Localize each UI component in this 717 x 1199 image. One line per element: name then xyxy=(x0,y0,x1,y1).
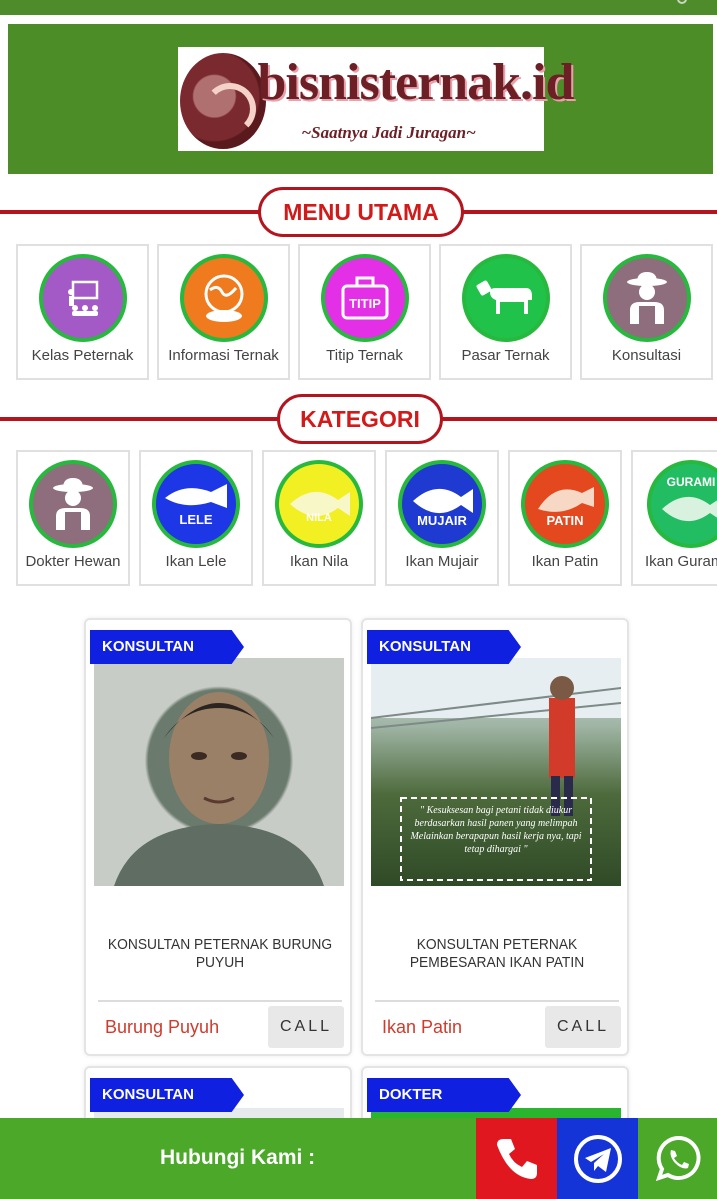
listing-title[interactable]: KONSULTAN PETERNAK BURUNG PUYUH xyxy=(106,936,334,972)
category-item-ikan-mujair[interactable]: MUJAIR Ikan Mujair xyxy=(385,450,499,586)
site-banner[interactable]: bisnisternak.id ~Saatnya Jadi Juragan~ xyxy=(8,24,713,174)
logo-mark-icon xyxy=(179,53,266,149)
menu-item-kelas-peternak[interactable]: Kelas Peternak xyxy=(16,244,149,380)
category-item-dokter-hewan[interactable]: Dokter Hewan xyxy=(16,450,130,586)
category-item-label: Ikan Lele xyxy=(165,553,227,570)
consultant-photo[interactable]: " Kesuksesan bagi petani tidak diukur be… xyxy=(370,658,622,886)
menu-item-label: Informasi Ternak xyxy=(168,347,279,364)
listing-badge: KONSULTAN xyxy=(90,630,244,664)
whatsapp-button[interactable] xyxy=(638,1118,717,1199)
listing-card[interactable]: KONSULTAN KONSULTAN PETERNAK BURUNG PUYU… xyxy=(84,618,352,1056)
category-item-label: Ikan Mujair xyxy=(405,553,479,570)
luggage-titip-icon: TITIP xyxy=(320,254,409,342)
listing-divider xyxy=(98,1000,342,1002)
phone-button[interactable] xyxy=(476,1118,557,1199)
gurami-fish-icon: GURAMI xyxy=(647,460,717,548)
category-item-ikan-patin[interactable]: PATIN Ikan Patin xyxy=(508,450,622,586)
farmer-icon xyxy=(29,460,117,548)
menu-item-label: Kelas Peternak xyxy=(31,347,134,364)
patin-fish-icon: PATIN xyxy=(521,460,609,548)
category-badge: PATIN xyxy=(546,512,584,528)
phone-icon xyxy=(496,1138,537,1179)
logo-tagline: ~Saatnya Jadi Juragan~ xyxy=(301,123,476,142)
telegram-icon xyxy=(573,1134,622,1183)
telegram-button[interactable] xyxy=(557,1118,638,1199)
listing-badge: KONSULTAN xyxy=(367,630,521,664)
class-presentation-icon xyxy=(38,254,127,342)
whatsapp-icon xyxy=(655,1135,700,1181)
menu-item-label: Konsultasi xyxy=(611,347,682,364)
call-button[interactable]: CALL xyxy=(268,1006,344,1048)
category-item-ikan-lele[interactable]: LELE Ikan Lele xyxy=(139,450,253,586)
search-icon[interactable] xyxy=(677,0,687,4)
category-item-ikan-gurami[interactable]: GURAMI Ikan Gurami xyxy=(631,450,717,586)
catfish-icon: LELE xyxy=(152,460,240,548)
consultant-photo[interactable] xyxy=(94,658,344,886)
listing-badge: KONSULTAN xyxy=(90,1078,244,1112)
category-item-label: Ikan Patin xyxy=(531,553,599,570)
listing-tag[interactable]: Burung Puyuh xyxy=(105,1017,219,1038)
listing-badge: DOKTER xyxy=(367,1078,521,1112)
category-item-label: Dokter Hewan xyxy=(25,553,121,570)
cow-tag-icon xyxy=(461,254,550,342)
category-section-title: KATEGORI xyxy=(277,394,443,444)
category-item-label: Ikan Nila xyxy=(289,553,349,570)
menu-item-label: Titip Ternak xyxy=(326,347,403,364)
menu-item-pasar-ternak[interactable]: Pasar Ternak xyxy=(439,244,572,380)
logo-text: bisnisternak.id xyxy=(257,54,575,111)
listing-title[interactable]: KONSULTAN PETERNAK PEMBESARAN IKAN PATIN xyxy=(383,936,611,972)
contact-bar: Hubungi Kami : xyxy=(0,1118,717,1199)
menu-item-informasi-ternak[interactable]: Informasi Ternak xyxy=(157,244,290,380)
category-item-ikan-nila[interactable]: NILA Ikan Nila xyxy=(262,450,376,586)
menu-section-title: MENU UTAMA xyxy=(258,187,464,237)
menu-item-label: Pasar Ternak xyxy=(461,347,550,364)
svg-text:TITIP: TITIP xyxy=(349,296,381,311)
call-button[interactable]: CALL xyxy=(545,1006,621,1048)
category-badge: GURAMI xyxy=(666,475,716,489)
listing-card[interactable]: " Kesuksesan bagi petani tidak diukur be… xyxy=(361,618,629,1056)
category-badge: LELE xyxy=(179,511,213,527)
globe-livestock-icon xyxy=(179,254,268,342)
top-bar xyxy=(0,0,717,15)
site-logo[interactable]: bisnisternak.id ~Saatnya Jadi Juragan~ xyxy=(177,47,574,151)
listing-tag[interactable]: Ikan Patin xyxy=(382,1017,462,1038)
listing-divider xyxy=(375,1000,619,1002)
menu-item-titip-ternak[interactable]: TITIP Titip Ternak xyxy=(298,244,431,380)
contact-label: Hubungi Kami : xyxy=(160,1146,316,1169)
farmer-icon xyxy=(602,254,691,342)
category-item-label: Ikan Gurami xyxy=(645,553,717,570)
tilapia-icon: NILA xyxy=(275,460,363,548)
category-badge: NILA xyxy=(306,512,332,524)
mujair-fish-icon: MUJAIR xyxy=(398,460,486,548)
photo-quote: " Kesuksesan bagi petani tidak diukur be… xyxy=(410,805,582,855)
category-badge: MUJAIR xyxy=(417,512,467,528)
menu-item-konsultasi[interactable]: Konsultasi xyxy=(580,244,713,380)
